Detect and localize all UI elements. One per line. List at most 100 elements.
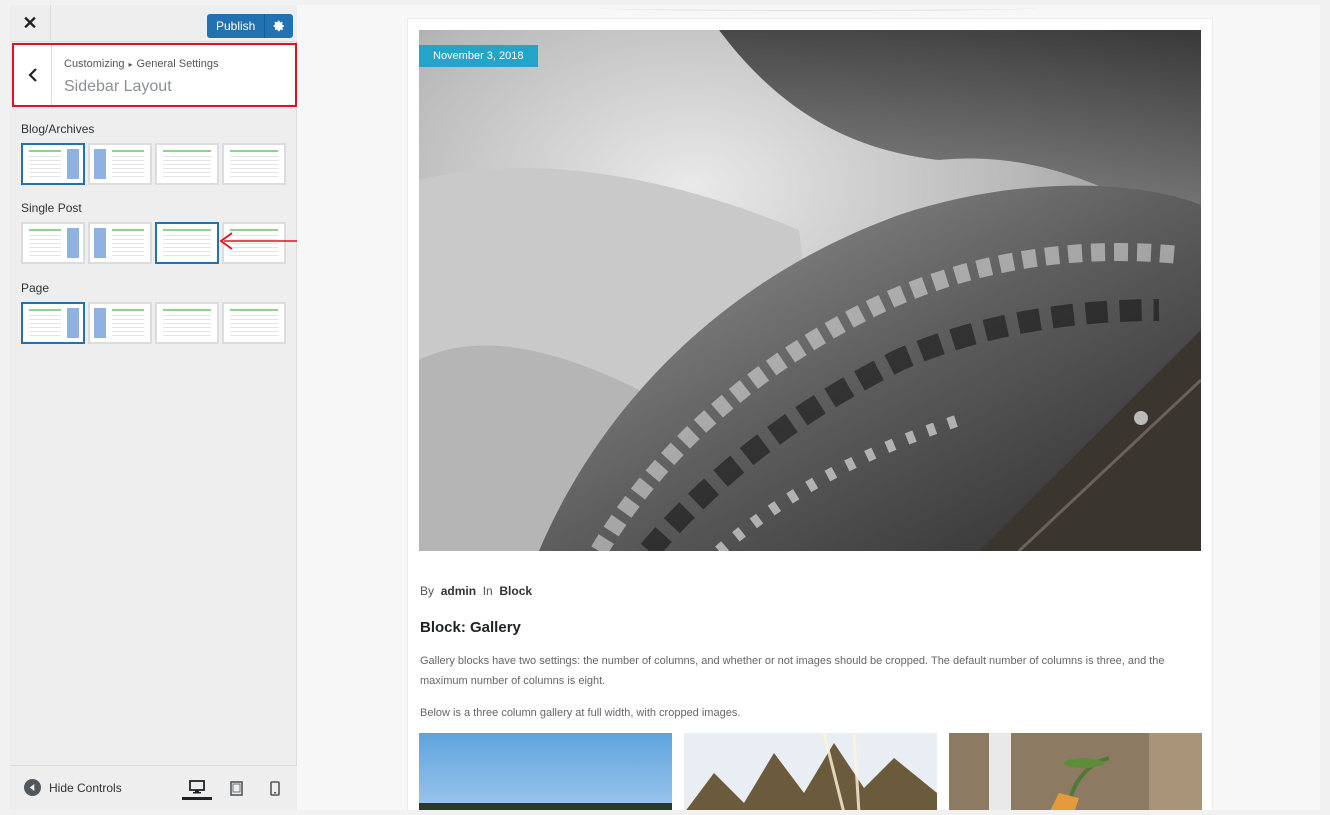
thumb-line [112,323,144,324]
gallery-image-trees[interactable] [684,733,937,810]
thumb-line [29,239,61,240]
thumb-line [230,315,278,316]
layout-option-full-width[interactable] [155,222,219,264]
customizer-footer: Hide Controls [10,765,297,810]
thumb-sidebar-block [94,308,106,338]
thumb-line [112,156,144,157]
thumb-line [163,251,211,252]
customizer-sidebar: ✕ Publish Customizing ▸ General Settings S… [10,5,297,810]
publish-button[interactable]: Publish [207,14,266,38]
publish-controls: Publish [207,14,294,38]
thumb-sidebar-block [94,149,106,179]
thumb-line [163,247,211,248]
thumb-line [163,235,211,236]
thumb-line [163,323,211,324]
thumb-line [29,323,61,324]
thumb-line [163,327,211,328]
device-tablet-button[interactable] [221,776,251,800]
meta-by: By [420,584,435,598]
page-label: Page [21,281,50,295]
meta-in: In [482,584,493,598]
thumb-line [163,164,211,165]
thumb-line [230,150,278,152]
close-customizer-button[interactable]: ✕ [10,5,51,42]
thumb-line [230,168,278,169]
thumb-line [163,335,211,336]
site-preview: November 3, 2018 By admin In Block Block… [297,5,1320,810]
thumb-line [163,331,211,332]
breadcrumb-separator: ▸ [128,60,133,69]
thumb-line [112,229,144,231]
post-date-badge[interactable]: November 3, 2018 [419,45,538,67]
thumb-line [29,327,61,328]
thumb-line [112,327,144,328]
layout-option-right-sidebar[interactable] [21,302,85,344]
hide-controls-label: Hide Controls [49,780,122,795]
thumb-line [29,176,61,177]
thumb-line [29,168,61,169]
thumb-line [163,243,211,244]
thumb-line [112,331,144,332]
publish-settings-button[interactable] [265,14,294,38]
hide-controls-button[interactable]: Hide Controls [24,779,122,796]
thumb-line [163,172,211,173]
layout-option-left-sidebar[interactable] [88,222,152,264]
layout-option-left-sidebar[interactable] [88,302,152,344]
thumb-line [29,160,61,161]
thumb-line [163,255,211,256]
thumb-line [163,176,211,177]
thumb-line [163,156,211,157]
collapse-arrow-icon [24,779,41,796]
thumb-line [29,235,61,236]
preview-top-shadow [597,5,1037,11]
chevron-left-icon [27,68,37,82]
thumb-line [230,323,278,324]
single-post-label: Single Post [21,201,82,215]
gallery-image-flower[interactable] [949,733,1202,810]
thumb-line [163,239,211,240]
thumb-line [163,160,211,161]
section-title: Sidebar Layout [64,78,172,95]
thumb-line [29,247,61,248]
thumb-sidebar-block [67,308,79,338]
meta-category-link[interactable]: Block [499,584,532,598]
featured-image[interactable] [419,30,1201,551]
post-title[interactable]: Block: Gallery [420,619,521,636]
mobile-icon [270,780,280,796]
gallery-image-sky[interactable] [419,733,672,810]
thumb-line [112,160,144,161]
desktop-icon [189,779,205,793]
meta-author-link[interactable]: admin [441,584,476,598]
back-button[interactable] [14,45,52,105]
thumb-line [112,315,144,316]
layout-option-full-width[interactable] [155,302,219,344]
thumb-line [230,327,278,328]
layout-option-left-sidebar[interactable] [88,143,152,185]
layout-option-no-sidebar[interactable] [222,302,286,344]
thumb-line [163,229,211,231]
layout-option-full-width[interactable] [155,143,219,185]
thumb-line [29,309,61,311]
thumb-sidebar-block [67,149,79,179]
layout-option-right-sidebar[interactable] [21,222,85,264]
layout-option-no-sidebar[interactable] [222,143,286,185]
device-mobile-button[interactable] [260,776,290,800]
section-header: Customizing ▸ General Settings Sidebar Lay… [12,43,297,107]
thumb-line [112,309,144,311]
thumb-line [112,176,144,177]
thumb-line [163,319,211,320]
blog-archives-layout-options [21,143,286,185]
breadcrumb: Customizing ▸ General Settings [64,58,218,70]
thumb-line [112,150,144,152]
thumb-line [29,331,61,332]
thumb-line [29,255,61,256]
thumb-line [29,251,61,252]
thumb-line [112,239,144,240]
device-desktop-button[interactable] [182,776,212,800]
thumb-line [230,335,278,336]
layout-option-right-sidebar[interactable] [21,143,85,185]
post-paragraph-2: Below is a three column gallery at full … [420,707,741,719]
thumb-line [112,168,144,169]
thumb-line [29,150,61,152]
thumb-line [230,156,278,157]
